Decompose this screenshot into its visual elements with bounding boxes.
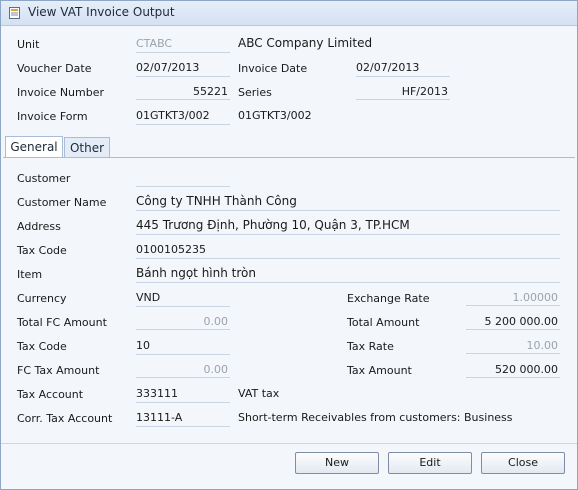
address-field[interactable]: 445 Trương Định, Phường 10, Quận 3, TP.H… xyxy=(136,217,560,235)
customer-name-label: Customer Name xyxy=(17,196,107,209)
tax-account-field[interactable]: 333111 xyxy=(136,385,230,403)
new-button[interactable]: New xyxy=(295,452,379,474)
tax-account-name: VAT tax xyxy=(238,387,280,400)
unit-name: ABC Company Limited xyxy=(238,36,373,50)
customer-field[interactable] xyxy=(136,169,230,187)
corr-tax-account-name: Short-term Receivables from customers: B… xyxy=(238,411,513,424)
tab-other[interactable]: Other xyxy=(64,137,110,157)
invoice-form-name: 01GTKT3/002 xyxy=(238,109,312,122)
tax-amount-label: Tax Amount xyxy=(347,364,412,377)
invoice-number-label: Invoice Number xyxy=(17,86,105,99)
tax-code-label: Tax Code xyxy=(17,244,67,257)
total-amount-field[interactable]: 5 200 000.00 xyxy=(466,313,560,330)
tax-code-field[interactable]: 0100105235 xyxy=(136,241,560,259)
close-button[interactable]: Close xyxy=(481,452,565,474)
button-bar-divider xyxy=(1,443,577,444)
total-fc-label: Total FC Amount xyxy=(17,316,107,329)
item-field[interactable]: Bánh ngọt hình tròn xyxy=(136,265,560,283)
customer-name-field[interactable]: Công ty TNHH Thành Công xyxy=(136,193,560,211)
total-fc-field[interactable]: 0.00 xyxy=(136,313,230,330)
fc-tax-label: FC Tax Amount xyxy=(17,364,100,377)
voucher-date-field[interactable]: 02/07/2013 xyxy=(136,59,230,77)
series-label: Series xyxy=(238,86,272,99)
title-bar: View VAT Invoice Output xyxy=(1,1,577,26)
corr-tax-account-label: Corr. Tax Account xyxy=(17,412,113,425)
tax-code2-field[interactable]: 10 xyxy=(136,337,230,355)
tax-account-label: Tax Account xyxy=(17,388,84,401)
exchange-rate-label: Exchange Rate xyxy=(347,292,430,305)
exchange-rate-field[interactable]: 1.00000 xyxy=(466,289,560,306)
corr-tax-account-field[interactable]: 13111-A xyxy=(136,409,230,427)
unit-label: Unit xyxy=(17,38,40,51)
invoice-date-field[interactable]: 02/07/2013 xyxy=(356,59,450,77)
invoice-form-field[interactable]: 01GTKT3/002 xyxy=(136,107,230,125)
window-title: View VAT Invoice Output xyxy=(28,5,175,19)
series-field[interactable]: HF/2013 xyxy=(356,83,450,100)
unit-code-field[interactable]: CTABC xyxy=(136,35,230,53)
invoice-number-field[interactable]: 55221 xyxy=(136,83,230,100)
invoice-window: View VAT Invoice Output Unit CTABC ABC C… xyxy=(0,0,578,490)
tax-amount-field[interactable]: 520 000.00 xyxy=(466,361,560,378)
invoice-date-label: Invoice Date xyxy=(238,62,308,75)
address-label: Address xyxy=(17,220,61,233)
currency-field[interactable]: VND xyxy=(136,289,230,307)
currency-label: Currency xyxy=(17,292,67,305)
tab-general[interactable]: General xyxy=(5,136,63,158)
edit-button[interactable]: Edit xyxy=(388,452,472,474)
item-label: Item xyxy=(17,268,43,281)
total-amount-label: Total Amount xyxy=(347,316,420,329)
document-icon xyxy=(8,6,22,20)
voucher-date-label: Voucher Date xyxy=(17,62,92,75)
tax-rate-label: Tax Rate xyxy=(347,340,394,353)
tax-code2-label: Tax Code xyxy=(17,340,67,353)
tax-rate-field[interactable]: 10.00 xyxy=(466,337,560,354)
fc-tax-field[interactable]: 0.00 xyxy=(136,361,230,378)
customer-label: Customer xyxy=(17,172,71,185)
invoice-form-label: Invoice Form xyxy=(17,110,88,123)
